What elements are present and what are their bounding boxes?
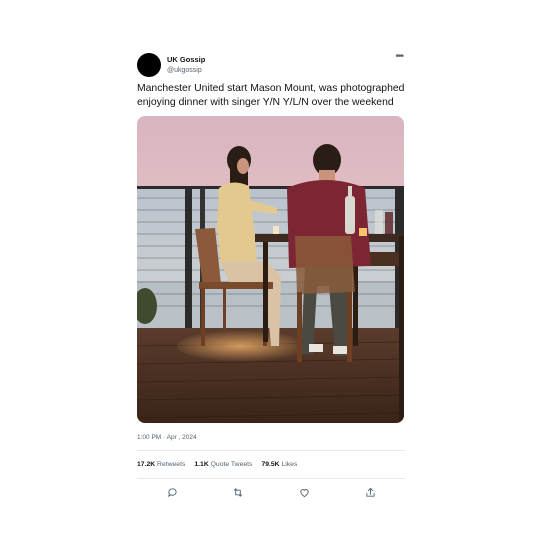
quotes-count: 1.1K xyxy=(194,461,209,468)
photo-dinner-scene xyxy=(137,116,404,423)
tweet-timestamp[interactable]: 1:00 PM · Apr , 2024 xyxy=(137,432,405,451)
author-names: UK Gossip @ukgossip xyxy=(167,54,205,76)
tweet-card: UK Gossip @ukgossip ••• Manchester Unite… xyxy=(137,50,405,505)
heart-icon[interactable] xyxy=(297,485,311,499)
retweets-label: Retweets xyxy=(157,461,186,468)
quotes-stat[interactable]: 1.1K Quote Tweets xyxy=(194,461,252,468)
retweet-icon[interactable] xyxy=(231,485,245,499)
reply-icon[interactable] xyxy=(165,485,179,499)
tweet-stats: 17.2K Retweets 1.1K Quote Tweets 79.5K L… xyxy=(137,451,405,479)
share-icon[interactable] xyxy=(363,485,377,499)
tweet-text: Manchester United start Mason Mount, was… xyxy=(137,83,405,108)
display-name[interactable]: UK Gossip xyxy=(167,54,205,65)
retweets-stat[interactable]: 17.2K Retweets xyxy=(137,461,185,468)
likes-count: 79.5K xyxy=(261,461,280,468)
avatar[interactable] xyxy=(137,53,161,77)
quotes-label: Quote Tweets xyxy=(210,461,253,468)
user-handle[interactable]: @ukgossip xyxy=(167,65,205,76)
tweet-header: UK Gossip @ukgossip ••• xyxy=(137,50,405,80)
likes-stat[interactable]: 79.5K Likes xyxy=(261,461,297,468)
likes-label: Likes xyxy=(281,461,298,468)
retweets-count: 17.2K xyxy=(137,461,156,468)
more-horizontal-icon[interactable]: ••• xyxy=(395,51,403,62)
tweet-photo[interactable] xyxy=(137,116,404,423)
tweet-actions xyxy=(137,479,405,505)
